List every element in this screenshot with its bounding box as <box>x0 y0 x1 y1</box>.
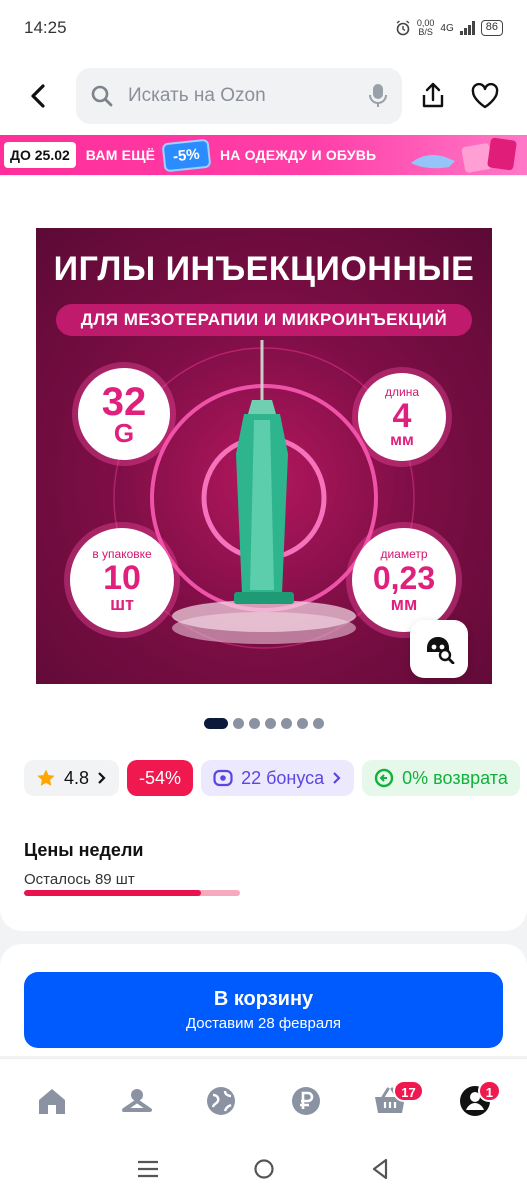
promo-clothes-image <box>411 137 517 173</box>
gallery-dot[interactable] <box>265 718 276 729</box>
chevron-right-icon <box>333 772 341 784</box>
hanger-icon <box>121 1088 152 1112</box>
tab-finance[interactable] <box>281 1076 331 1126</box>
tab-home[interactable] <box>27 1076 77 1126</box>
return-chip[interactable]: 0% возврата <box>362 760 520 796</box>
stock-progress-fill <box>24 890 202 896</box>
cart-panel: В корзину Доставим 28 февраля <box>0 944 527 1056</box>
alarm-icon <box>396 20 410 36</box>
microphone-icon[interactable] <box>368 83 388 109</box>
triangle-back-icon <box>372 1158 387 1179</box>
delivery-date: Доставим 28 февраля <box>185 1015 342 1032</box>
status-icons: 0,00 B/S 4G 86 <box>395 19 503 37</box>
image-search-icon <box>427 637 455 664</box>
cart-badge: 17 <box>393 1079 424 1102</box>
back-arrow-icon <box>31 84 45 108</box>
top-actions <box>416 79 502 113</box>
promo-text-1: ВАМ ЕЩЁ <box>85 147 156 163</box>
bonus-value: 22 бонуса <box>241 767 325 788</box>
gallery-dot[interactable] <box>233 718 244 729</box>
system-nav-bar <box>0 1142 527 1200</box>
image-subtitle: ДЛЯ МЕЗОТЕРАПИИ И МИКРОИНЪЕКЦИЙ <box>56 304 472 336</box>
diameter-unit: мм <box>390 593 418 614</box>
gallery-dots <box>204 718 324 729</box>
length-bubble: длина 4 мм <box>358 373 446 461</box>
bonus-icon <box>213 769 233 787</box>
favorite-button[interactable] <box>468 79 502 113</box>
promo-banner[interactable]: ДО 25.02 ВАМ ЕЩЁ -5% НА ОДЕЖДУ И ОБУВЬ <box>0 135 527 175</box>
top-bar: Искать на Ozon <box>0 56 527 136</box>
network-type: 4G <box>440 22 454 34</box>
circle-home-icon <box>254 1158 275 1179</box>
gallery-dot[interactable] <box>281 718 292 729</box>
week-prices-title: Цены недели <box>24 840 144 860</box>
pack-bubble: в упаковке 10 шт <box>70 528 174 632</box>
menu-icon <box>138 1160 159 1177</box>
promo-discount: -5% <box>161 138 212 172</box>
signal-icon <box>459 21 475 35</box>
promo-until: ДО 25.02 <box>4 142 76 168</box>
product-card: ИГЛЫ ИНЪЕКЦИОННЫЕ ДЛЯ МЕЗОТЕРАПИИ И МИКР… <box>0 176 527 931</box>
share-icon <box>422 82 444 108</box>
back-nav-button[interactable] <box>370 1158 390 1185</box>
return-value: 0% возврата <box>402 767 508 788</box>
globe-icon <box>207 1086 236 1115</box>
search-bar[interactable]: Искать на Ozon <box>76 68 402 124</box>
status-time: 14:25 <box>24 18 67 37</box>
net-speed-unit: B/S <box>418 27 433 37</box>
add-to-cart-button[interactable]: В корзину Доставим 28 февраля <box>24 972 503 1048</box>
discount-chip: -54% <box>127 760 194 796</box>
diameter-bubble: диаметр 0,23 мм <box>352 528 456 632</box>
recent-apps-button[interactable] <box>137 1159 159 1184</box>
length-value: 4 <box>392 396 412 435</box>
share-button[interactable] <box>416 79 450 113</box>
battery-icon: 86 <box>480 20 503 36</box>
home-icon <box>39 1088 66 1114</box>
gauge-unit: G <box>113 418 135 448</box>
week-prices: Цены недели Осталось 89 шт <box>24 840 143 888</box>
stock-remaining: Осталось 89 шт <box>24 871 135 888</box>
diameter-label: диаметр <box>380 546 428 561</box>
needle-image <box>234 340 294 604</box>
home-nav-button[interactable] <box>253 1158 275 1185</box>
search-input[interactable]: Искать на Ozon <box>128 85 368 107</box>
tab-cart[interactable]: 17 <box>365 1076 424 1126</box>
bonus-chip[interactable]: 22 бонуса <box>201 760 355 796</box>
status-bar: 14:25 0,00 B/S 4G 86 <box>0 0 527 56</box>
image-title: ИГЛЫ ИНЪЕКЦИОННЫЕ <box>53 250 475 288</box>
gallery-dot[interactable] <box>249 718 260 729</box>
tab-catalog[interactable] <box>112 1076 162 1126</box>
discount-value: -54% <box>139 767 182 788</box>
gallery-dot[interactable] <box>297 718 308 729</box>
product-image[interactable]: ИГЛЫ ИНЪЕКЦИОННЫЕ ДЛЯ МЕЗОТЕРАПИИ И МИКР… <box>36 228 492 684</box>
add-to-cart-label: В корзину <box>213 988 314 1010</box>
rating-chip[interactable]: 4.8 <box>24 760 120 796</box>
gauge-value: 32 <box>101 380 147 424</box>
tab-profile[interactable]: 1 <box>450 1076 501 1126</box>
product-chips: 4.8 -54% 22 бонуса 0% возврата <box>24 760 520 796</box>
visual-search-button[interactable] <box>410 620 468 678</box>
length-unit: мм <box>390 431 414 449</box>
return-icon <box>374 768 394 788</box>
star-icon <box>37 769 55 786</box>
pack-value: 10 <box>103 558 141 597</box>
search-icon <box>91 85 113 107</box>
gallery-dot-active[interactable] <box>204 718 228 729</box>
tab-fresh[interactable] <box>196 1076 246 1126</box>
gallery-dot[interactable] <box>313 718 324 729</box>
profile-badge: 1 <box>477 1079 501 1102</box>
promo-text-2: НА ОДЕЖДУ И ОБУВЬ <box>219 147 377 163</box>
back-button[interactable] <box>14 72 62 120</box>
diameter-value: 0,23 <box>372 559 436 596</box>
rating-value: 4.8 <box>64 767 90 788</box>
gauge-bubble: 32 G <box>78 368 170 460</box>
pack-unit: шт <box>110 593 134 614</box>
chevron-right-icon <box>98 772 106 784</box>
stock-progress-bar <box>24 890 240 896</box>
bottom-tab-bar: 17 1 <box>0 1058 527 1142</box>
ruble-icon <box>291 1086 320 1115</box>
net-speed: 0,00 B/S <box>417 19 435 37</box>
heart-icon <box>471 83 499 109</box>
